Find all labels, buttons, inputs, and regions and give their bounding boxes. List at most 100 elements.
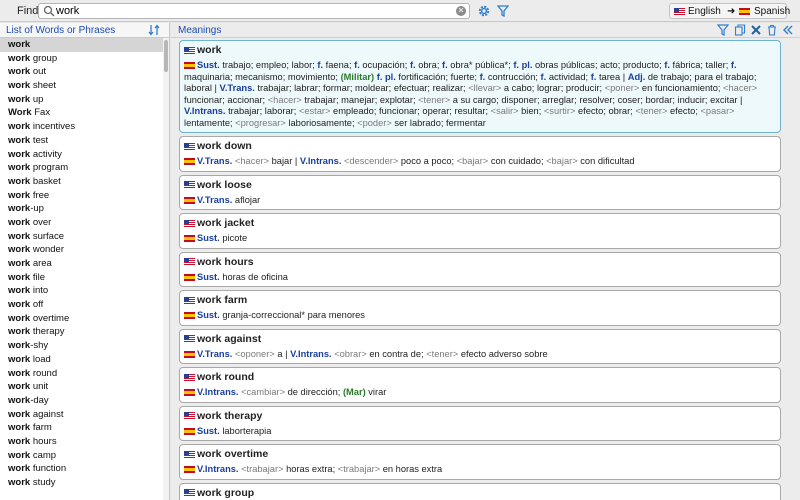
word-list-item[interactable]: work camp [0,449,164,463]
translation-text: poco a poco; [398,156,457,166]
context-word: <llevar> [468,83,502,93]
word-term: work [8,39,31,50]
word-list-item[interactable]: work program [0,161,164,175]
word-list-item[interactable]: work up [0,93,164,107]
word-list-item[interactable]: work-shy [0,339,164,353]
es-flag-icon [184,158,195,166]
word-term: work [8,408,31,420]
es-flag-icon [184,196,195,204]
word-list-item[interactable]: work unit [0,380,164,394]
meaning-card[interactable]: work down V.Trans. <hacer> bajar | V.Intr… [179,136,781,172]
scroll-thumb[interactable] [164,40,168,72]
translation-text: contrucción; [485,71,541,82]
word-list-item[interactable]: work study [0,476,164,490]
es-flag-icon [739,7,750,15]
word-list-item[interactable]: work-day [0,394,164,408]
translation-text: efecto; [667,106,701,116]
meaning-translation: V.Intrans. <cambiar> de dirección; (Mar)… [184,387,776,399]
context-word: <cambiar> [241,387,286,397]
context-word: <bajar> [456,156,489,166]
word-list-item[interactable]: work farm [0,421,164,435]
word-list-item[interactable]: work incentives [0,120,164,134]
meaning-head: work jacket [184,216,776,230]
trash-icon[interactable] [766,24,778,36]
word-suffix: farm [30,422,52,434]
word-list-title: List of Words or Phrases [6,25,116,36]
translation-text: a su cargo; disponer; arreglar; resolver… [450,94,743,105]
translation-text: en horas extra [380,464,443,474]
meaning-translation: Sust. laborterapia [184,426,776,438]
word-list-item[interactable]: work [0,38,164,52]
translation-text: horas de oficina [219,271,288,282]
register-label: (Mar) [342,387,366,397]
gear-icon[interactable] [477,4,491,18]
word-term: work [8,203,31,215]
meaning-card[interactable]: work against V.Trans. <oponer> a | V.Intr… [179,328,781,364]
word-suffix: activity [30,148,62,160]
word-list-item[interactable]: work sheet [0,79,164,93]
filter-icon[interactable] [717,24,729,36]
word-list-item[interactable]: work against [0,408,164,422]
meaning-translation: Sust. trabajo; empleo; labor; f. faena; … [184,60,776,129]
word-list-item[interactable]: work therapy [0,325,164,339]
word-list-item[interactable]: work free [0,189,164,203]
word-list-item[interactable]: work file [0,271,164,285]
word-list-scrollbar[interactable] [163,38,169,500]
meaning-card[interactable]: work hours Sust. horas de oficina [179,251,781,287]
meaning-translation: V.Trans. aflojar [184,195,776,207]
search-input[interactable] [56,5,451,17]
word-list-item[interactable]: work wonder [0,243,164,257]
word-list-item[interactable]: work out [0,65,164,79]
word-list-item[interactable]: work group [0,52,164,66]
meaning-card[interactable]: work loose V.Trans. aflojar [179,174,781,210]
word-list-item[interactable]: work hours [0,435,164,449]
word-suffix: program [30,162,69,174]
translation-text: fortificación; fuerte; [395,71,480,82]
filter-icon[interactable] [497,5,509,17]
word-list-item[interactable]: work activity [0,148,164,162]
language-selector[interactable]: English ➜ Spanish [669,3,790,19]
word-list-item[interactable]: work-up [0,202,164,216]
translation-text: efecto adverso sobre [458,348,548,359]
source-language: English [688,6,721,17]
word-list-item[interactable]: work surface [0,230,164,244]
meaning-card[interactable]: work jacket Sust. picote [179,213,781,249]
word-list-item[interactable]: work round [0,367,164,381]
meaning-term: work group [197,486,255,499]
word-list-item[interactable]: work overtime [0,312,164,326]
meaning-card[interactable]: work group [179,482,781,500]
word-list-item[interactable]: Work Fax [0,106,164,120]
translation-text: laborterapia [219,425,272,436]
clear-search-button[interactable]: ✕ [456,6,466,16]
part-of-speech: Sust. [197,271,220,282]
word-list-item[interactable]: work load [0,353,164,367]
word-list-item[interactable]: work area [0,257,164,271]
meaning-head: work therapy [184,409,776,423]
translation-text: trabajar; laborar; [225,106,299,116]
meaning-card[interactable]: work farm Sust. granja-correccional* para… [179,290,781,326]
word-list-item[interactable]: work function [0,462,164,476]
search-field[interactable]: ✕ [38,3,470,19]
us-flag-icon [184,450,195,458]
word-list-item[interactable]: work into [0,284,164,298]
translation-text: obra* pública*; [447,60,514,70]
word-list-item[interactable]: work test [0,134,164,148]
meaning-card[interactable]: work Sust. trabajo; empleo; labor; f. fae… [179,40,781,133]
word-list-item[interactable]: work basket [0,175,164,189]
word-list-item[interactable]: work over [0,216,164,230]
word-term: work [8,353,31,365]
close-icon[interactable] [750,24,762,36]
word-list-item[interactable]: work off [0,298,164,312]
context-word: <tener> [418,94,451,105]
translation-text: con cuidado; [488,156,547,166]
meaning-card[interactable]: work therapy Sust. laborterapia [179,405,781,441]
meaning-card[interactable]: work overtime V.Intrans. <trabajar> horas… [179,444,781,480]
double-chevron-left-icon[interactable] [782,24,794,36]
translation-text: faena; [323,60,355,70]
part-of-speech: V.Intrans. [184,106,226,116]
translation-text: aflojar [232,194,261,205]
sort-icon[interactable] [148,24,160,36]
meaning-card[interactable]: work round V.Intrans. <cambiar> de direcc… [179,367,781,403]
copy-icon[interactable] [734,24,746,36]
meaning-translation: V.Trans. <oponer> a | V.Intrans. <obrar>… [184,349,776,361]
